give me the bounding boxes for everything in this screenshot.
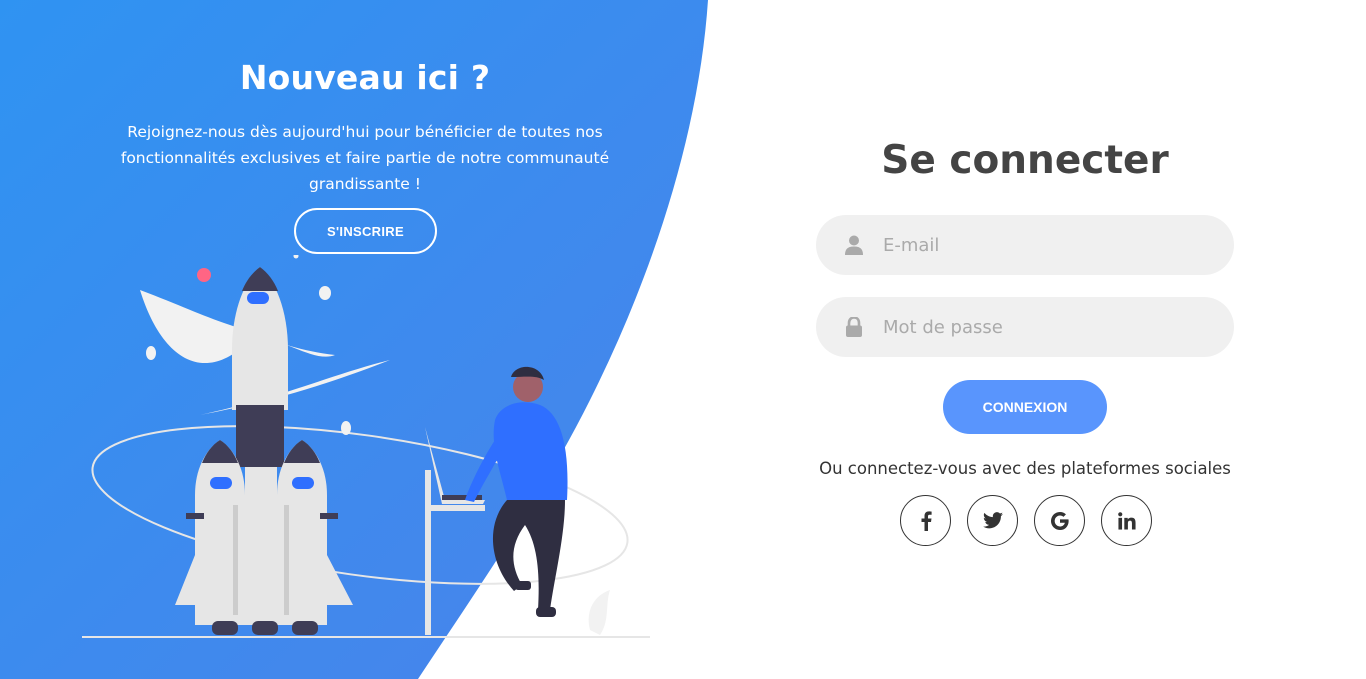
login-title: Se connecter [881,138,1169,183]
facebook-button[interactable] [900,495,951,546]
login-button[interactable]: CONNEXION [943,380,1107,434]
signup-title: Nouveau ici ? [239,58,491,97]
rocket-illustration [82,255,650,638]
user-icon [843,234,865,256]
email-field[interactable] [816,215,1234,275]
password-input[interactable] [883,297,1234,357]
google-icon [1050,511,1069,530]
linkedin-button[interactable] [1101,495,1152,546]
facebook-icon [921,510,932,531]
email-input[interactable] [883,215,1234,275]
signup-button[interactable]: S'INSCRIRE [294,208,437,254]
linkedin-icon [1117,511,1136,530]
signup-description: Rejoignez-nous dès aujourd'hui pour béné… [120,123,610,193]
twitter-icon [982,512,1003,529]
twitter-button[interactable] [967,495,1018,546]
signup-panel: Nouveau ici ? Rejoignez-nous dès aujourd… [0,0,730,679]
lock-icon [843,316,865,338]
social-login-text: Ou connectez-vous avec des plateformes s… [819,459,1231,478]
password-field[interactable] [816,297,1234,357]
google-button[interactable] [1034,495,1085,546]
social-buttons [900,495,1152,546]
